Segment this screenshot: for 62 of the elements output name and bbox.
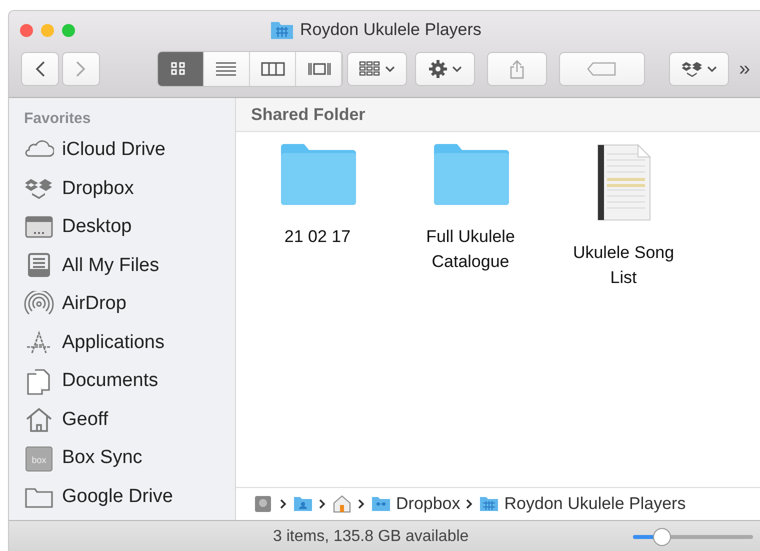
overflow-button[interactable]: » <box>739 58 750 80</box>
list-icon <box>214 60 238 78</box>
dropbox-folder-icon <box>371 494 391 514</box>
share-button[interactable] <box>487 52 547 86</box>
sidebar-item[interactable]: All My Files <box>24 246 235 285</box>
shared-folder-icon <box>270 20 294 40</box>
icons-view-button[interactable] <box>158 52 204 86</box>
sidebar-item[interactable]: Documents <box>24 362 235 400</box>
tag-icon <box>587 62 617 76</box>
sidebar-item[interactable]: box Box Sync <box>24 439 235 478</box>
file-name: Ukulele Song List <box>572 242 676 289</box>
chevron-left-icon <box>34 60 46 78</box>
file-name: Full Ukulele Catalogue <box>425 226 516 273</box>
sidebar-item[interactable]: Google Drive <box>24 478 235 516</box>
status-text: 3 items, 135.8 GB available <box>273 528 469 546</box>
grid-icon <box>359 60 381 78</box>
box-logo-icon: box <box>24 444 54 472</box>
shared-folder-icon <box>479 494 500 514</box>
path-item[interactable]: Dropbox <box>371 494 460 514</box>
arrange-button[interactable] <box>347 52 407 86</box>
folder-icon <box>432 144 510 206</box>
window-title: Roydon Ukulele Players <box>300 20 482 40</box>
chevron-down-icon <box>385 66 395 72</box>
list-view-button[interactable] <box>204 52 250 86</box>
action-button[interactable] <box>415 52 475 86</box>
spreadsheet-document-icon <box>594 144 652 222</box>
columns-view-button[interactable] <box>250 52 296 86</box>
chevron-right-icon <box>319 499 326 509</box>
dropbox-icon <box>681 59 703 79</box>
cover-flow-icon <box>306 60 330 78</box>
chevron-down-icon <box>452 66 462 72</box>
file-name: 21 02 17 <box>283 226 352 248</box>
sidebar-item[interactable]: Geoff <box>24 400 235 439</box>
close-button[interactable] <box>20 24 33 36</box>
gear-icon <box>428 59 448 79</box>
house-icon <box>24 406 54 434</box>
chevron-right-icon <box>280 499 287 509</box>
tag-button[interactable] <box>559 52 645 86</box>
sidebar-item[interactable]: AirDrop <box>24 285 235 324</box>
path-item[interactable]: Roydon Ukulele Players <box>479 494 686 514</box>
display-icon <box>24 214 54 241</box>
slider-thumb[interactable] <box>653 528 672 546</box>
sidebar-item[interactable]: Desktop <box>24 208 235 246</box>
sidebar-item[interactable]: Dropbox <box>24 170 235 208</box>
sidebar-item[interactable]: Applications <box>24 324 235 362</box>
coverflow-view-button[interactable] <box>296 52 342 86</box>
folder-icon <box>278 144 356 206</box>
user-folder-icon[interactable] <box>293 494 313 514</box>
chevron-right-icon <box>75 60 87 78</box>
zoom-slider[interactable] <box>632 526 754 546</box>
columns-icon <box>260 60 284 78</box>
sidebar-heading: Favorites <box>24 110 92 127</box>
share-icon <box>509 59 525 79</box>
dropbox-button[interactable] <box>669 52 729 86</box>
chevron-right-icon <box>358 499 365 509</box>
chevron-right-icon <box>466 499 474 509</box>
folder-header: Shared Folder <box>236 98 760 132</box>
chevron-down-icon <box>707 66 717 72</box>
sidebar-item[interactable]: iCloud Drive <box>24 131 235 170</box>
view-mode-selector[interactable] <box>157 51 343 87</box>
house-icon[interactable] <box>332 494 352 514</box>
back-button[interactable] <box>21 52 59 86</box>
